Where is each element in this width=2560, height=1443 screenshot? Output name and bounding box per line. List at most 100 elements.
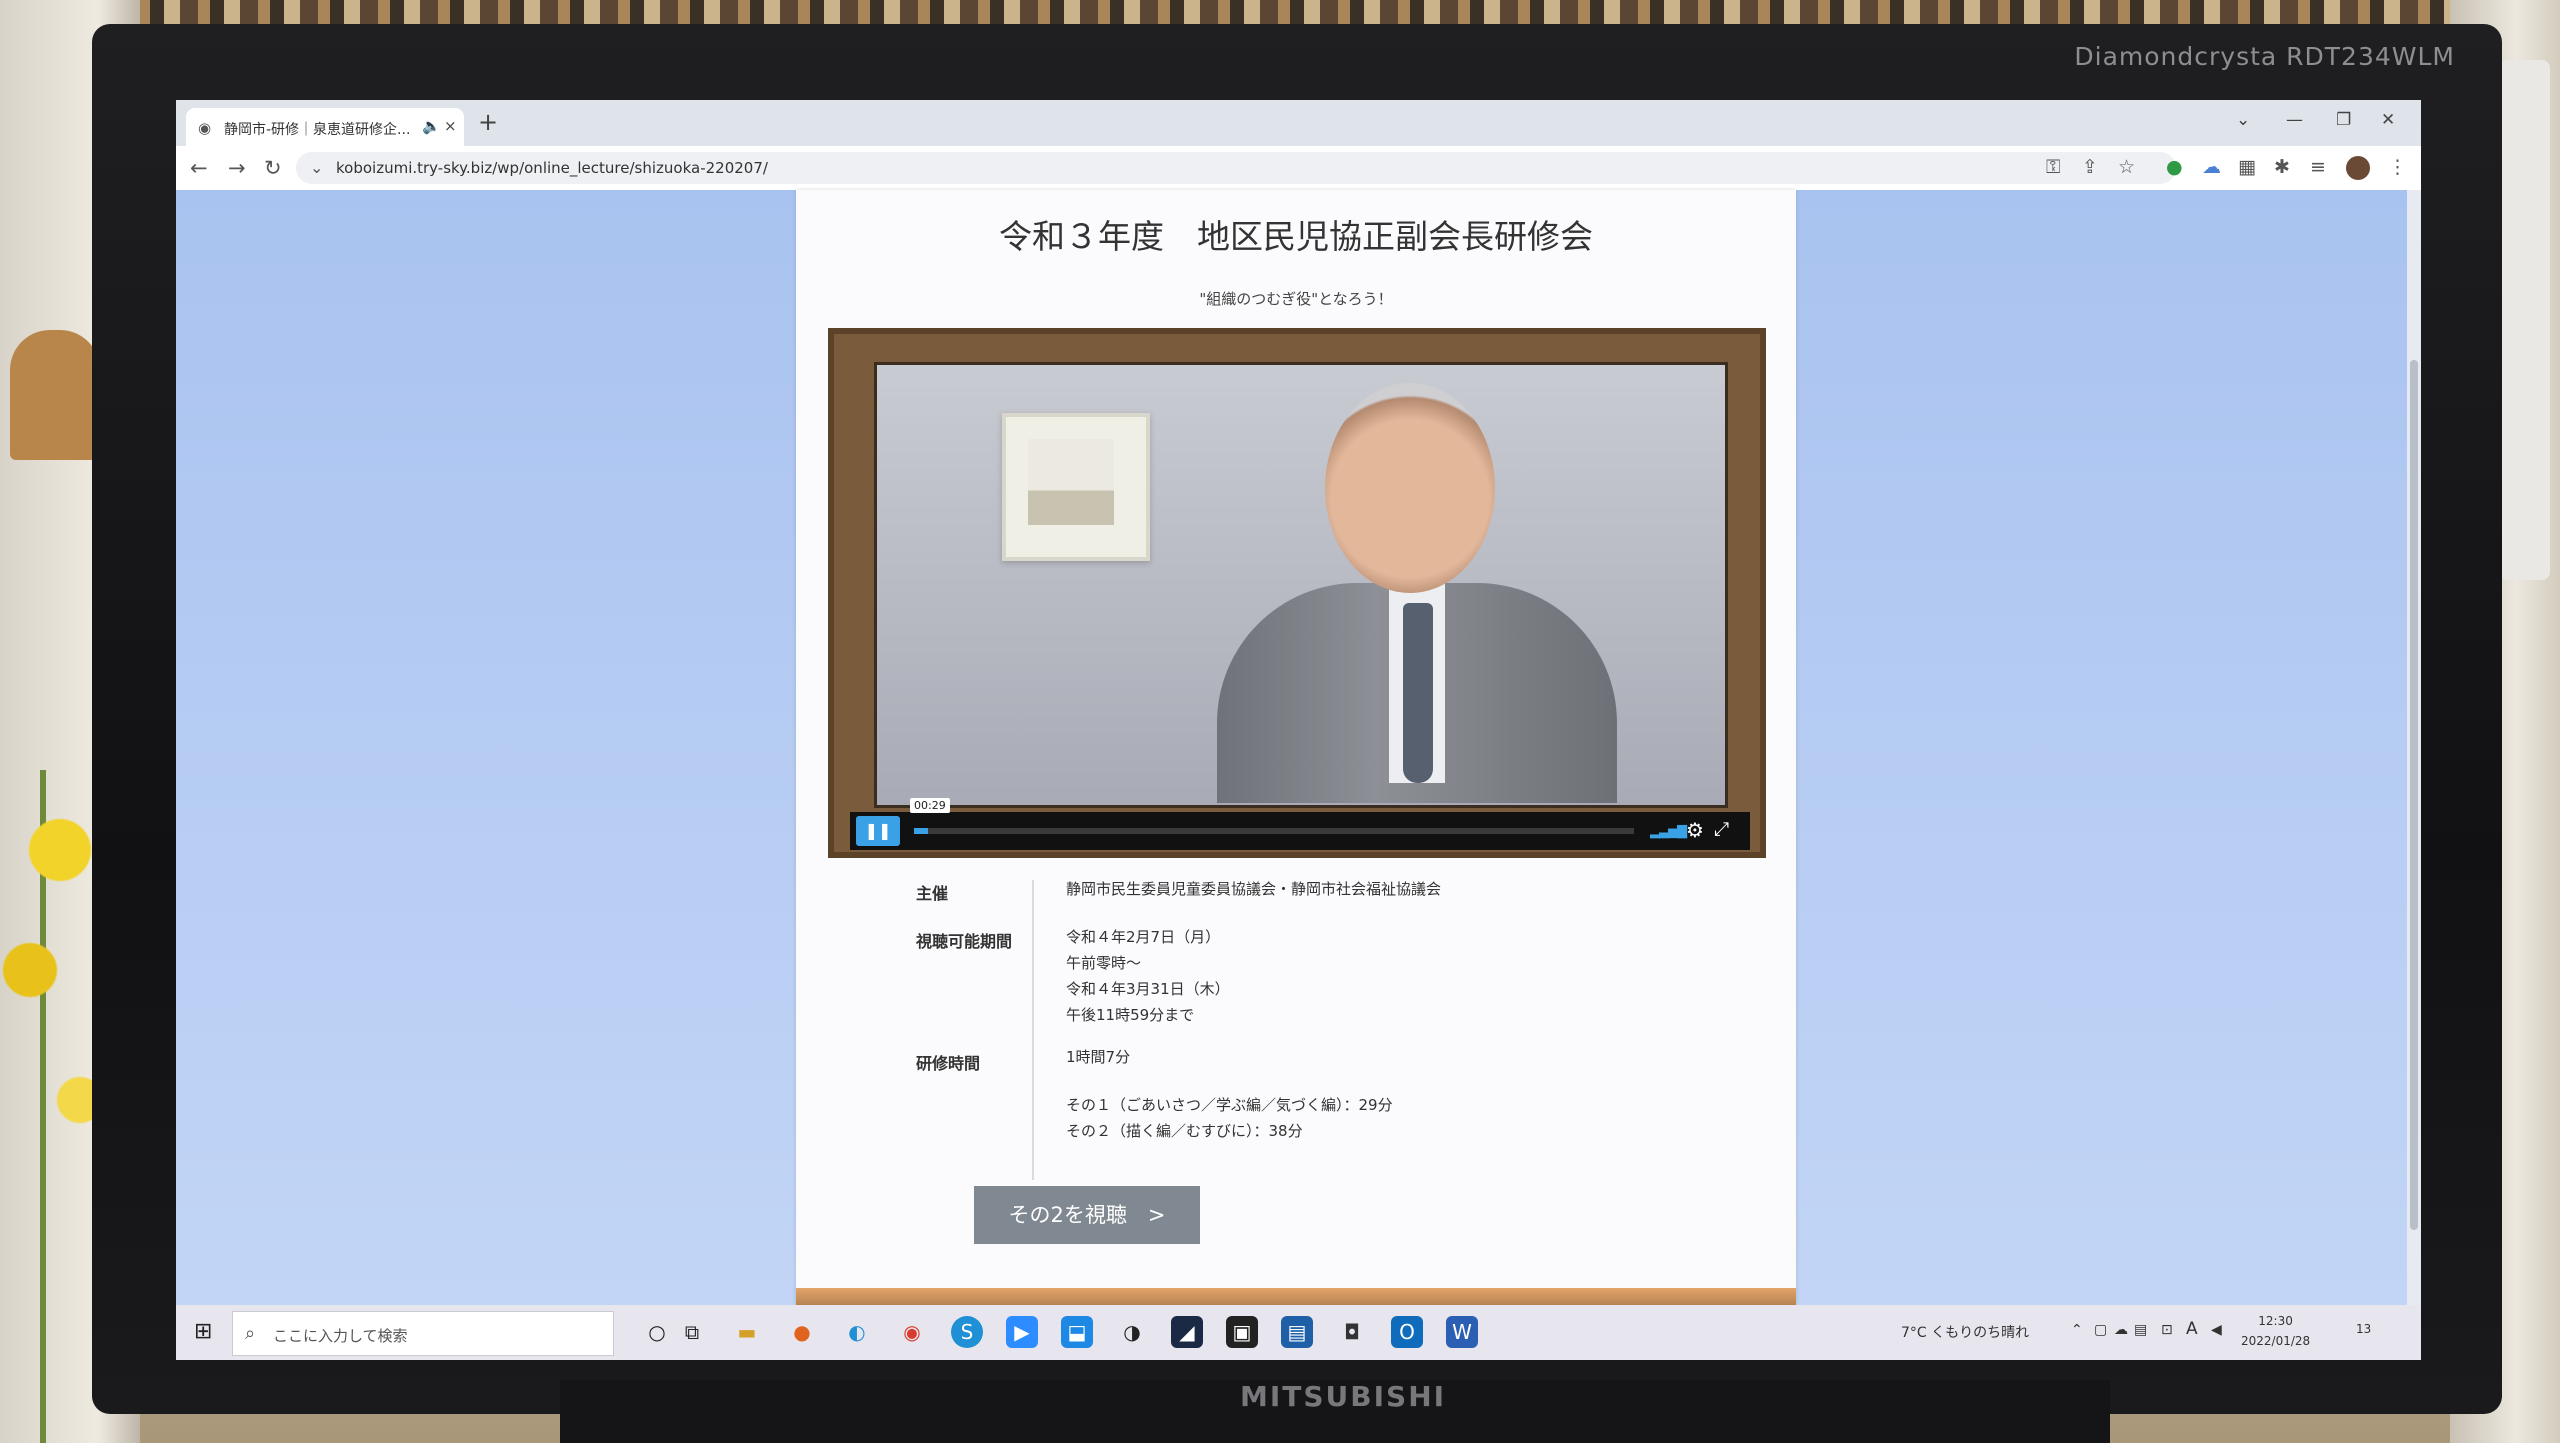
lecture-page: 令和３年度 地区民児協正副会長研修会 "組織のつむぎ役"となろう！ ❚❚ 00:…: [796, 190, 1796, 1305]
speaker-icon[interactable]: 🔈: [422, 117, 441, 135]
close-tab-icon[interactable]: ×: [444, 117, 457, 135]
app-blue-icon[interactable]: ⬓: [1061, 1316, 1093, 1348]
chevron-down-icon[interactable]: ⌄: [310, 158, 323, 177]
reload-icon[interactable]: ↻: [264, 156, 282, 180]
monitor-brand: MITSUBISHI: [1240, 1380, 1447, 1413]
scrollbar-thumb[interactable]: [2410, 360, 2418, 1230]
period-value: 令和４年2月7日（月） 午前零時～ 令和４年3月31日（木） 午後11時59分ま…: [1066, 924, 1666, 1028]
onedrive-icon[interactable]: ☁: [2114, 1322, 2128, 1338]
globe-icon: ◉: [198, 119, 212, 137]
photo-editor-icon[interactable]: ◢: [1171, 1316, 1203, 1348]
speaker-person: [1217, 383, 1617, 803]
toolbar: ← → ↻ ⌄ koboizumi.try-sky.biz/wp/online_…: [176, 146, 2421, 191]
monitor-model: Diamondcrysta RDT234WLM: [2074, 42, 2455, 71]
duration-label: 研修時間: [916, 1054, 981, 1073]
period-label: 視聴可能期間: [916, 932, 1013, 951]
duration-part: その１（ごあいさつ／学ぶ編／気づく編）：29分: [1066, 1096, 1393, 1114]
tie: [1403, 603, 1433, 783]
edge-icon[interactable]: ◐: [841, 1316, 873, 1348]
zoom-icon[interactable]: ▶: [1006, 1316, 1038, 1348]
url-text[interactable]: koboizumi.try-sky.biz/wp/online_lecture/…: [336, 159, 768, 177]
task-view-icon[interactable]: ⧉: [676, 1316, 708, 1348]
scrollbar[interactable]: [2407, 190, 2421, 1305]
taskbar: ⊞ ⌕ ここに入力して検索 ○ ⧉ ▬ ● ◐ ◉ S ▶ ⬓ ◑ ◢ ▣ ▤ …: [176, 1305, 2421, 1360]
progress-fill: [914, 828, 929, 834]
clock-time: 12:30: [2258, 1314, 2293, 1328]
taskbar-search[interactable]: ⌕ ここに入力して検索: [232, 1311, 614, 1356]
app-black-icon[interactable]: ▣: [1226, 1316, 1258, 1348]
new-tab-button[interactable]: +: [478, 108, 498, 136]
browser-tab[interactable]: ◉ 静岡市-研修｜泉恵道研修企... 🔈 ×: [186, 108, 464, 146]
weather-text[interactable]: 7°C くもりのち晴れ: [1901, 1322, 2029, 1342]
clock-date: 2022/01/28: [2241, 1334, 2311, 1348]
tab-title: 静岡市-研修｜泉恵道研修企...: [224, 122, 411, 138]
period-line: 午前零時～: [1066, 954, 1142, 972]
video-frame[interactable]: [874, 362, 1728, 808]
puzzle-icon[interactable]: ✱: [2274, 156, 2290, 178]
window-close-button[interactable]: ✕: [2381, 110, 2395, 130]
word-icon[interactable]: W: [1446, 1316, 1478, 1348]
fullscreen-icon[interactable]: ⤢: [1714, 818, 1729, 840]
period-line: 令和４年3月31日（木）: [1066, 980, 1230, 998]
pause-button[interactable]: ❚❚: [856, 816, 900, 846]
gear-icon[interactable]: ⚙: [1686, 818, 1704, 842]
page-subtitle: "組織のつむぎ役"となろう！: [1199, 290, 1393, 308]
outlook-icon[interactable]: O: [1391, 1316, 1423, 1348]
media-queue-icon[interactable]: ≡: [2310, 156, 2326, 178]
volume-tray-icon[interactable]: ◀: [2211, 1322, 2222, 1338]
network-icon[interactable]: ⊡: [2161, 1322, 2173, 1338]
duration-total: 1時間7分: [1066, 1048, 1131, 1066]
period-line: 令和４年2月7日（月）: [1066, 928, 1221, 946]
forward-icon[interactable]: →: [228, 156, 246, 180]
firefox-icon[interactable]: ●: [786, 1316, 818, 1348]
tray-app-icon[interactable]: ▢: [2094, 1322, 2107, 1338]
host-value: 静岡市民生委員児童委員協議会・静岡市社会福祉協議会: [1066, 880, 1442, 898]
search-icon: ⌕: [245, 1323, 256, 1344]
info-divider: [1032, 880, 1034, 1180]
search-placeholder: ここに入力して検索: [273, 1327, 408, 1345]
head: [1325, 383, 1495, 593]
page-footer-stripe: [796, 1288, 1796, 1305]
tab-strip: ◉ 静岡市-研修｜泉恵道研修企... 🔈 × + ⌄ — ❐ ✕: [176, 100, 2421, 146]
ime-indicator[interactable]: A: [2186, 1319, 2198, 1339]
extension-green-icon[interactable]: ●: [2166, 156, 2183, 178]
volume-icon[interactable]: ▂▃▅▇: [1650, 824, 1687, 839]
windows-start-icon[interactable]: ⊞: [194, 1319, 212, 1344]
video-controls: ❚❚ 00:29 ▂▃▅▇ ⚙ ⤢: [850, 798, 1750, 850]
notification-count[interactable]: 13: [2356, 1322, 2371, 1336]
movie-icon[interactable]: ▤: [1281, 1316, 1313, 1348]
app-dark-icon[interactable]: ◑: [1116, 1316, 1148, 1348]
clock[interactable]: 12:30 2022/01/28: [2241, 1311, 2310, 1351]
host-label: 主催: [916, 884, 949, 903]
chrome-icon[interactable]: ◉: [896, 1316, 928, 1348]
web-content: 令和３年度 地区民児協正副会長研修会 "組織のつむぎ役"となろう！ ❚❚ 00:…: [176, 190, 2421, 1305]
extension-cloud-icon[interactable]: ☁: [2202, 156, 2221, 178]
tray-window-icon[interactable]: ▤: [2134, 1322, 2147, 1338]
tab-search-icon[interactable]: ⌄: [2236, 110, 2250, 130]
duration-value: 1時間7分 その１（ごあいさつ／学ぶ編／気づく編）：29分 その２（描く編／むす…: [1066, 1044, 1666, 1144]
camera-icon[interactable]: ◘: [1336, 1316, 1368, 1348]
progress-bar[interactable]: [914, 828, 1634, 834]
key-icon[interactable]: ⚿: [2046, 156, 2060, 178]
wall-decoration: [10, 330, 100, 460]
minimize-button[interactable]: —: [2286, 110, 2303, 130]
period-line: 午後11時59分まで: [1066, 1006, 1195, 1024]
avatar[interactable]: [2346, 156, 2370, 180]
skype-icon[interactable]: S: [951, 1316, 983, 1348]
tray-chevron-icon[interactable]: ⌃: [2071, 1322, 2083, 1338]
file-explorer-icon[interactable]: ▬: [731, 1316, 763, 1348]
restore-button[interactable]: ❐: [2336, 110, 2351, 130]
back-icon[interactable]: ←: [190, 156, 208, 180]
video-player[interactable]: ❚❚ 00:29 ▂▃▅▇ ⚙ ⤢: [828, 328, 1766, 858]
page-title: 令和３年度 地区民児協正副会長研修会: [999, 217, 1593, 256]
cortana-icon[interactable]: ○: [641, 1316, 673, 1348]
address-bar[interactable]: ⌄ koboizumi.try-sky.biz/wp/online_lectur…: [296, 152, 2176, 184]
star-icon[interactable]: ☆: [2118, 156, 2135, 178]
duration-part: その２（描く編／むすびに）：38分: [1066, 1122, 1303, 1140]
watch-part2-button[interactable]: その2を視聴 >: [974, 1186, 1200, 1244]
menu-icon[interactable]: ⋮: [2388, 156, 2407, 178]
time-tooltip: 00:29: [910, 798, 950, 813]
screen: ◉ 静岡市-研修｜泉恵道研修企... 🔈 × + ⌄ — ❐ ✕ ← → ↻ ⌄…: [176, 100, 2421, 1360]
share-icon[interactable]: ⇪: [2082, 156, 2098, 178]
extension-grid-icon[interactable]: ▦: [2238, 156, 2256, 178]
